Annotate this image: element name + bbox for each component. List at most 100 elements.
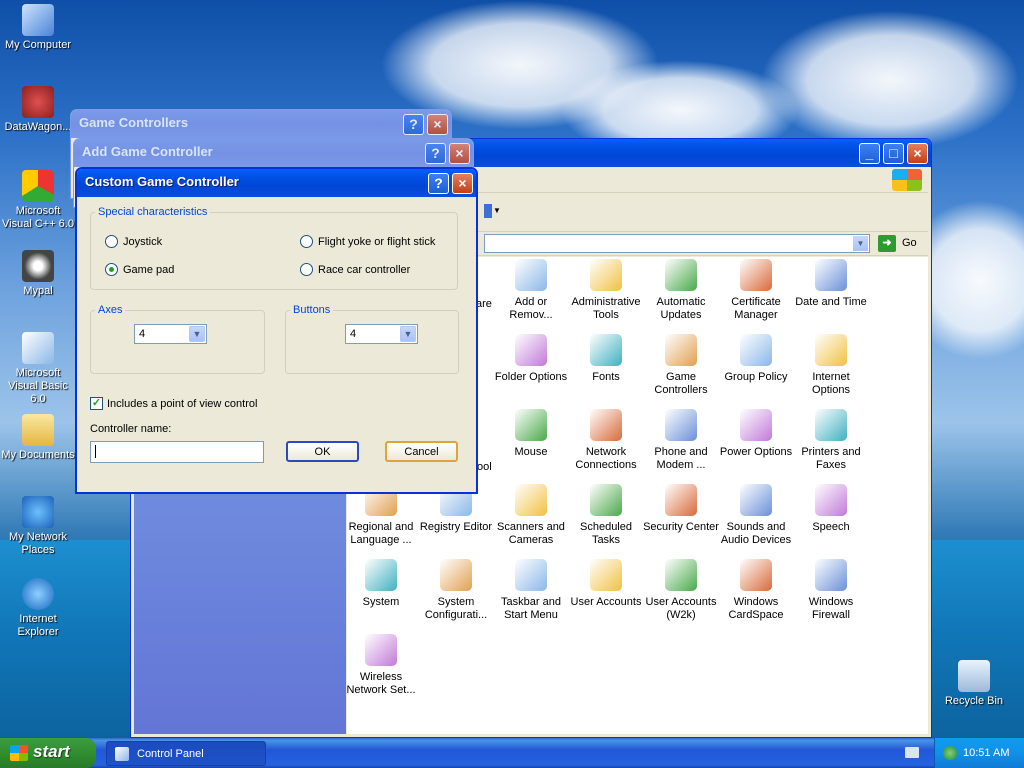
wireless-icon [365,634,397,666]
close-button[interactable]: × [452,173,473,194]
cp-item-printers[interactable]: Printers and Faxes [793,409,869,472]
folder-options-icon [515,334,547,366]
help-button[interactable]: ? [403,114,424,135]
desktop-icon-mypal[interactable]: Mypal [0,250,76,298]
cp-item-phone-modem[interactable]: Phone and Modem ... [643,409,719,472]
cancel-button[interactable]: Cancel [385,441,458,462]
desktop-icon-label: DataWagon... [4,121,72,133]
cp-item-taskbar[interactable]: Taskbar and Start Menu [493,559,569,622]
cp-item-add-remove[interactable]: Add or Remov... [493,259,569,322]
maximize-button[interactable]: □ [883,143,904,164]
radio-flight-yoke[interactable]: Flight yoke or flight stick [300,235,435,248]
window-title: Custom Game Controller [85,174,239,189]
cp-item-security-center[interactable]: Security Center [643,484,719,534]
buttons-select[interactable]: 4 ▼ [345,324,418,344]
desktop-icon-label: Microsoft Visual Basic 6.0 [8,367,68,405]
close-button[interactable]: × [427,114,448,135]
cp-item-date-time[interactable]: Date and Time [793,259,869,309]
taskbar-item-control-panel[interactable]: Control Panel [106,741,266,766]
cp-item-network-connections[interactable]: Network Connections [568,409,644,472]
cp-item-label: Mouse [514,446,548,458]
cp-item-sounds[interactable]: Sounds and Audio Devices [718,484,794,547]
help-button[interactable]: ? [428,173,449,194]
cp-item-system[interactable]: System [343,559,419,609]
close-button[interactable]: × [907,143,928,164]
radio-label: Joystick [123,235,163,248]
desktop-icon-my-documents[interactable]: My Documents [0,414,76,462]
desktop-icon-network-places[interactable]: My Network Places [0,496,76,557]
axes-value: 4 [139,328,146,340]
desktop-icon-visual-cpp[interactable]: Microsoft Visual C++ 6.0 [0,170,76,231]
cp-item-power-options[interactable]: Power Options [718,409,794,459]
controller-name-input[interactable] [90,441,264,463]
help-button[interactable]: ? [425,143,446,164]
custom-game-controller-dialog: Custom Game Controller ? × Special chara… [75,167,478,494]
system-icon [365,559,397,591]
partial-label: ool [477,461,492,473]
cp-item-firewall[interactable]: Windows Firewall [793,559,869,622]
cp-item-label: System Configurati... [424,596,488,621]
cp-item-certificate[interactable]: Certificate Manager [718,259,794,322]
cp-item-user-accounts[interactable]: User Accounts [568,559,644,609]
cp-item-label: Speech [812,521,850,533]
keyboard-icon[interactable] [905,747,919,758]
cp-item-system-config[interactable]: System Configurati... [418,559,494,622]
radio-race-car[interactable]: Race car controller [300,263,410,276]
minimize-button[interactable]: _ [859,143,880,164]
desktop-icon-my-computer[interactable]: My Computer [0,4,76,52]
address-input[interactable]: ▼ [484,234,870,253]
desktop-icon-label: Microsoft Visual C++ 6.0 [2,205,74,230]
go-arrow-icon[interactable]: ➜ [878,235,896,252]
address-dropdown-icon[interactable]: ▼ [853,236,868,251]
desktop-icon-datawagon[interactable]: DataWagon... [0,86,76,134]
radio-joystick[interactable]: Joystick [105,235,162,248]
ok-button[interactable]: OK [286,441,359,462]
buttons-value: 4 [350,328,357,340]
taskbar-icon [515,559,547,591]
chevron-down-icon: ▼ [493,206,501,215]
cp-item-admin-tools[interactable]: Administrative Tools [568,259,644,322]
cp-item-auto-updates[interactable]: Automatic Updates [643,259,719,322]
cp-item-fonts[interactable]: Fonts [568,334,644,384]
cp-item-folder-options[interactable]: Folder Options [493,334,569,384]
cp-item-label: Scheduled Tasks [580,521,632,546]
cp-item-scheduled-tasks[interactable]: Scheduled Tasks [568,484,644,547]
radio-game-pad[interactable]: Game pad [105,263,174,276]
my-documents-icon [22,414,54,446]
controller-name-label: Controller name: [90,423,172,435]
chevron-down-icon[interactable]: ▼ [400,326,416,342]
cp-item-game-controllers[interactable]: Game Controllers [643,334,719,397]
cp-item-cardspace[interactable]: Windows CardSpace [718,559,794,622]
go-button[interactable]: Go [902,237,917,249]
group-legend: Buttons [293,304,331,316]
views-dropdown[interactable] [484,204,492,218]
user-accounts-w2k-icon [665,559,697,591]
close-button[interactable]: × [449,143,470,164]
sounds-icon [740,484,772,516]
cp-item-mouse[interactable]: Mouse [493,409,569,459]
start-button[interactable]: start [0,738,96,768]
my-computer-icon [22,4,54,36]
custom-dialog-titlebar: Custom Game Controller ? × [77,169,476,197]
cp-item-group-policy[interactable]: Group Policy [718,334,794,384]
group-legend: Special characteristics [98,206,208,218]
datawagon-icon [22,86,54,118]
chevron-down-icon[interactable]: ▼ [189,326,205,342]
desktop-icon-label: Mypal [23,285,53,297]
cp-item-speech[interactable]: Speech [793,484,869,534]
cp-item-scanners[interactable]: Scanners and Cameras [493,484,569,547]
cp-item-user-accounts-w2k[interactable]: User Accounts (W2k) [643,559,719,622]
cp-item-label: Wireless Network Set... [346,671,416,696]
cp-item-wireless[interactable]: Wireless Network Set... [343,634,419,697]
group-legend: Axes [98,304,123,316]
desktop-icon-recycle-bin[interactable]: Recycle Bin [936,660,1012,708]
window-title: Game Controllers [79,115,189,130]
cp-item-internet-options[interactable]: Internet Options [793,334,869,397]
network-status-icon[interactable] [943,746,957,760]
desktop-icon-internet-explorer[interactable]: Internet Explorer [0,578,76,639]
clock[interactable]: 10:51 AM [963,747,1009,759]
axes-select[interactable]: 4 ▼ [134,324,207,344]
pov-checkbox[interactable]: ✓ Includes a point of view control [90,397,257,410]
desktop-icon-visual-basic[interactable]: Microsoft Visual Basic 6.0 [0,332,76,406]
security-center-icon [665,484,697,516]
